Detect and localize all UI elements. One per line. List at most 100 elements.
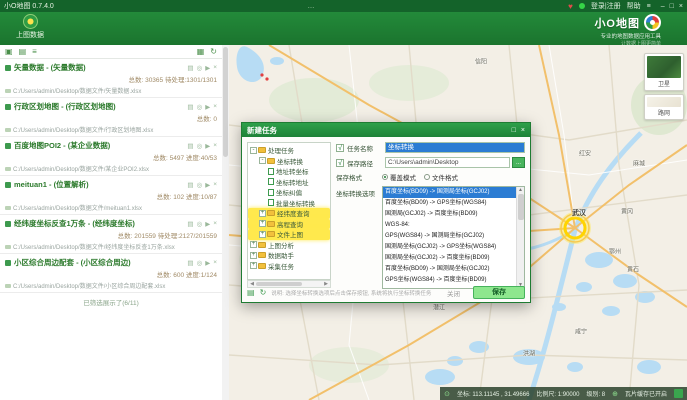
layer-card-卫星[interactable]: 卫星 (644, 53, 684, 91)
close-button[interactable]: × (679, 3, 683, 10)
field-list-icon[interactable]: ▤ (247, 288, 255, 297)
scroll-up-icon[interactable]: ▲ (517, 187, 524, 193)
status-cache: 瓦片缓存已开启 (625, 389, 667, 398)
format-option-file[interactable]: 文件格式 (424, 172, 458, 182)
dialog-close-label[interactable]: 关闭 (447, 288, 460, 298)
task-item[interactable]: 经纬度坐标反查1万条 - (经纬度坐标)▤◎▶×总数: 201559 待处理:2… (0, 215, 222, 254)
listbox-scrollbar[interactable]: ▲ ▼ (516, 187, 524, 288)
convert-option[interactable]: 百度坐标(BD09) -> 国测局坐标(GCJ02) (383, 187, 516, 198)
start-icon[interactable]: ▶ (205, 64, 210, 72)
chart-icon[interactable]: ▤ (187, 64, 193, 72)
task-item[interactable]: 百度地图POI2 - (某企业数据)▤◎▶×总数: 5497 进度:40/53C… (0, 137, 222, 176)
convert-option[interactable]: 国测局坐标(GCJ02) -> 百度坐标(BD09) (383, 253, 516, 264)
ribbon-tool-map-data[interactable]: 上图数据 (8, 13, 52, 40)
maximize-button[interactable]: □ (670, 3, 674, 10)
tree-item-批量坐标转换[interactable]: 批量坐标转换 (248, 198, 330, 209)
delete-icon[interactable]: × (213, 220, 217, 228)
map-city-label-红安: 红安 (579, 149, 591, 158)
tree-toggle-icon[interactable]: + (250, 241, 257, 248)
delete-icon[interactable]: × (213, 142, 217, 150)
tree-toggle-icon[interactable]: + (250, 262, 257, 269)
delete-icon[interactable]: × (213, 181, 217, 189)
task-title: 行政区划地图 - (行政区划地图) (14, 101, 187, 112)
format-option-overwrite[interactable]: 覆盖模式 (382, 172, 416, 182)
tree-item-坐标转换[interactable]: -坐标转换 (248, 156, 330, 167)
dialog-close-button[interactable]: × (521, 127, 525, 134)
locate-icon[interactable]: ◎ (197, 103, 203, 111)
locate-icon[interactable]: ◎ (197, 181, 203, 189)
dialog-maximize-button[interactable]: □ (512, 127, 516, 134)
start-icon[interactable]: ▶ (205, 181, 210, 189)
save-path-checkbox[interactable]: √ (336, 159, 344, 167)
refresh-icon[interactable]: ↻ (210, 47, 217, 56)
task-item[interactable]: 矢量数据 - (矢量数据)▤◎▶×总数: 30365 待处理:1301/1301… (0, 59, 222, 98)
task-path-text: C:/Users/admin/Desktop/数据文件/小区综合周边配套.xls… (13, 281, 165, 290)
convert-option[interactable]: 百度坐标(BD09) -> GPS坐标(WGS84) (383, 198, 516, 209)
convert-option[interactable]: WGS-84: (383, 220, 516, 231)
save-path-input[interactable]: C:\Users\admin\Desktop (385, 157, 510, 168)
panel-scrollbar-thumb[interactable] (223, 47, 228, 157)
help-menu[interactable]: 帮助 (627, 1, 641, 11)
import-icon[interactable]: ▤ (19, 47, 27, 56)
reset-icon[interactable]: ↻ (260, 288, 267, 297)
chart-icon[interactable]: ▤ (187, 103, 193, 111)
save-button[interactable]: 保存 (473, 286, 525, 299)
convert-options-listbox[interactable]: 百度坐标(BD09) -> 国测局坐标(GCJ02)百度坐标(BD09) -> … (382, 186, 525, 289)
tree-item-地址转坐标[interactable]: 地址转坐标 (248, 166, 330, 177)
delete-icon[interactable]: × (213, 259, 217, 267)
layer-card-路网[interactable]: 路网 (644, 94, 684, 120)
tree-toggle-icon[interactable]: + (259, 231, 266, 238)
start-icon[interactable]: ▶ (205, 220, 210, 228)
tree-item-高程查询[interactable]: +高程查询 (248, 219, 330, 230)
tree-toggle-icon[interactable]: + (259, 220, 266, 227)
list-view-icon[interactable]: ≡ (32, 47, 37, 56)
favorite-heart-icon[interactable]: ♥ (568, 2, 573, 11)
convert-option[interactable]: 百度坐标(BD09) -> 国测局坐标(GCJ02) (383, 264, 516, 275)
locate-icon[interactable]: ◎ (197, 142, 203, 150)
start-icon[interactable]: ▶ (205, 259, 210, 267)
locate-icon[interactable]: ◎ (197, 64, 203, 72)
menu-icon[interactable]: ≡ (647, 3, 651, 10)
delete-icon[interactable]: × (213, 103, 217, 111)
task-item[interactable]: 小区综合周边配套 - (小区综合周边)▤◎▶×总数: 600 进度:1/124C… (0, 254, 222, 293)
minimize-button[interactable]: – (661, 3, 665, 10)
tree-toggle-icon[interactable]: - (259, 157, 266, 164)
convert-option[interactable]: 国测局坐标(GCJ02) -> GPS坐标(WGS84) (383, 242, 516, 253)
tree-item-坐标转地址[interactable]: 坐标转地址 (248, 177, 330, 188)
status-chip-button[interactable] (674, 389, 683, 398)
convert-option[interactable]: 国测局(GCJ02) -> 百度坐标(BD09) (383, 209, 516, 220)
locate-icon[interactable]: ◎ (197, 220, 203, 228)
chart-icon[interactable]: ▤ (187, 259, 193, 267)
listbox-scrollbar-thumb[interactable] (518, 194, 524, 220)
task-type-tree[interactable]: -处理任务-坐标转换地址转坐标坐标转地址坐标纠偏批量坐标转换+经纬度查询+高程查… (247, 142, 331, 280)
tree-item-采集任务[interactable]: +采集任务 (248, 261, 330, 272)
convert-option[interactable]: GPS(WGS84) -> 国测局坐标(GCJ02) (383, 231, 516, 242)
start-icon[interactable]: ▶ (205, 142, 210, 150)
delete-icon[interactable]: × (213, 64, 217, 72)
chart-icon[interactable]: ▤ (187, 220, 193, 228)
locate-icon[interactable]: ◎ (197, 259, 203, 267)
chart-icon[interactable]: ▤ (187, 181, 193, 189)
tree-item-上图分析[interactable]: +上图分析 (248, 240, 330, 251)
chart-icon[interactable]: ▤ (187, 142, 193, 150)
tree-item-文件上图[interactable]: +文件上图 (248, 229, 330, 240)
new-task-icon[interactable]: ▣ (5, 47, 13, 56)
dialog-titlebar[interactable]: 新建任务 □ × (242, 123, 530, 137)
start-icon[interactable]: ▶ (205, 103, 210, 111)
tree-item-坐标纠偏[interactable]: 坐标纠偏 (248, 187, 330, 198)
browse-folder-button[interactable]: ... (512, 157, 525, 168)
tree-toggle-icon[interactable]: - (250, 147, 257, 154)
task-item[interactable]: meituan1 - (位置解析)▤◎▶×总数: 102 进度:10/87C:/… (0, 176, 222, 215)
tree-item-数据助手[interactable]: +数据助手 (248, 250, 330, 261)
task-item[interactable]: 行政区划地图 - (行政区划地图)▤◎▶×总数: 0C:/Users/admin… (0, 98, 222, 137)
task-name-checkbox[interactable]: √ (336, 144, 344, 152)
tree-item-处理任务[interactable]: -处理任务 (248, 145, 330, 156)
tree-toggle-icon[interactable]: + (250, 252, 257, 259)
login-register-link[interactable]: 登录|注册 (591, 1, 621, 11)
task-name-input[interactable]: 坐标转换 (385, 142, 525, 153)
tree-item-经纬度查询[interactable]: +经纬度查询 (248, 208, 330, 219)
convert-option[interactable]: GPS坐标(WGS84) -> 百度坐标(BD09) (383, 275, 516, 286)
panel-scrollbar[interactable] (222, 45, 229, 400)
filter-icon[interactable]: ▦ (197, 47, 205, 56)
tree-toggle-icon[interactable]: + (259, 210, 266, 217)
